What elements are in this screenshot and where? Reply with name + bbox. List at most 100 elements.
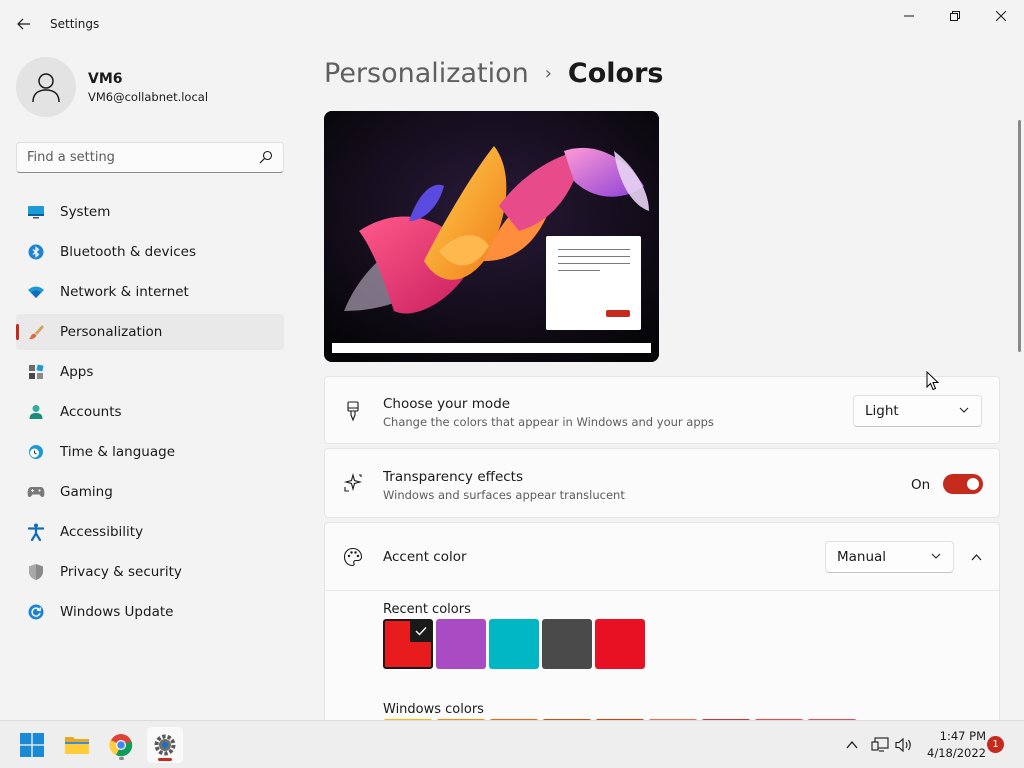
shield-icon	[26, 562, 46, 582]
avatar	[16, 57, 76, 117]
accessibility-icon	[26, 522, 46, 542]
page-title: Colors	[567, 58, 664, 89]
recent-colors-label: Recent colors	[383, 602, 471, 617]
taskbar: 1:47 PM 4/18/2022 1	[0, 720, 1024, 768]
person-icon	[32, 73, 60, 103]
start-button[interactable]	[14, 727, 50, 763]
sidebar-item-label: Personalization	[60, 324, 163, 340]
network-icon	[871, 737, 889, 752]
accent-value: Manual	[837, 549, 887, 565]
sidebar-item-network[interactable]: Network & internet	[16, 274, 284, 310]
transparency-title: Transparency effects	[383, 469, 523, 485]
sidebar-item-label: Network & internet	[60, 284, 189, 300]
restore-button[interactable]	[932, 0, 978, 32]
chevron-down-icon	[959, 407, 969, 413]
sidebar-item-system[interactable]: System	[16, 194, 284, 230]
sidebar-item-label: Bluetooth & devices	[60, 244, 197, 260]
sidebar-item-privacy[interactable]: Privacy & security	[16, 554, 284, 590]
sidebar-item-accounts[interactable]: Accounts	[16, 394, 284, 430]
sidebar-item-label: Gaming	[60, 484, 113, 500]
minimize-icon	[904, 15, 914, 17]
settings-icon	[154, 734, 176, 756]
clock-time: 1:47 PM	[939, 729, 986, 743]
mode-value: Light	[865, 403, 899, 419]
breadcrumb: Personalization › Colors	[324, 58, 663, 89]
sidebar-item-gaming[interactable]: Gaming	[16, 474, 284, 510]
clock-date: 4/18/2022	[927, 746, 986, 760]
transparency-description: Windows and surfaces appear translucent	[383, 488, 625, 502]
profile-email: VM6@collabnet.local	[88, 89, 209, 104]
person-icon	[26, 402, 46, 422]
color-swatch[interactable]	[383, 619, 433, 669]
sparkle-icon	[343, 473, 363, 493]
arrow-left-icon	[17, 18, 30, 30]
windows-start-icon	[20, 733, 44, 757]
running-indicator	[119, 757, 124, 760]
wifi-icon	[26, 282, 46, 302]
clock[interactable]: 1:47 PM 4/18/2022	[922, 728, 986, 762]
sidebar-item-windows-update[interactable]: Windows Update	[16, 594, 284, 630]
search-box[interactable]	[16, 142, 284, 173]
sidebar-item-time-language[interactable]: Time & language	[16, 434, 284, 470]
mode-card: Choose your mode Change the colors that …	[324, 376, 1000, 444]
sidebar-item-label: Time & language	[60, 444, 176, 460]
wallpaper-bloom-image	[324, 111, 659, 362]
profile-name: VM6	[88, 70, 123, 87]
color-swatch[interactable]	[436, 619, 486, 669]
close-button[interactable]	[978, 0, 1024, 32]
mode-dropdown[interactable]: Light	[853, 395, 982, 427]
brush-icon	[26, 322, 46, 342]
sidebar-item-label: Accessibility	[60, 524, 144, 540]
color-swatch[interactable]	[489, 619, 539, 669]
checkmark-icon	[410, 620, 432, 642]
settings-button[interactable]	[147, 727, 183, 763]
sidebar-item-apps[interactable]: Apps	[16, 354, 284, 390]
network-tray-button[interactable]	[870, 735, 890, 755]
windows-colors-label: Windows colors	[383, 702, 484, 717]
breadcrumb-parent[interactable]: Personalization	[324, 58, 529, 89]
sidebar-item-label: System	[60, 204, 111, 220]
palette-icon	[343, 547, 363, 567]
bluetooth-icon	[26, 242, 46, 262]
file-explorer-button[interactable]	[59, 727, 95, 763]
chevron-up-icon	[971, 553, 981, 560]
notification-badge[interactable]: 1	[987, 736, 1004, 753]
back-button[interactable]	[12, 12, 36, 36]
search-icon	[259, 150, 273, 164]
accent-title: Accent color	[383, 549, 467, 565]
chrome-button[interactable]	[103, 727, 139, 763]
chevron-down-icon	[931, 553, 941, 559]
transparency-state-label: On	[911, 477, 931, 493]
file-explorer-icon	[65, 737, 89, 754]
breadcrumb-separator: ›	[544, 63, 552, 84]
gamepad-icon	[26, 482, 46, 502]
show-hidden-icons-button[interactable]	[842, 735, 862, 755]
sidebar-item-accessibility[interactable]: Accessibility	[16, 514, 284, 550]
sidebar-item-personalization[interactable]: Personalization	[16, 314, 284, 350]
scrollbar[interactable]	[1018, 120, 1021, 352]
mode-description: Change the colors that appear in Windows…	[383, 415, 714, 429]
user-profile[interactable]: VM6 VM6@collabnet.local	[16, 57, 208, 117]
chevron-up-icon	[846, 741, 858, 749]
search-input[interactable]	[17, 150, 247, 165]
volume-tray-button[interactable]	[894, 735, 914, 755]
sidebar-item-label: Apps	[60, 364, 94, 380]
divider	[325, 590, 999, 591]
sidebar-item-bluetooth[interactable]: Bluetooth & devices	[16, 234, 284, 270]
sidebar-item-label: Windows Update	[60, 604, 174, 620]
active-indicator	[158, 758, 172, 761]
monitor-icon	[26, 202, 46, 222]
app-title: Settings	[50, 17, 100, 31]
apps-icon	[26, 362, 46, 382]
sidebar-item-label: Accounts	[60, 404, 122, 420]
transparency-toggle[interactable]	[943, 474, 983, 494]
accent-dropdown[interactable]: Manual	[825, 541, 954, 573]
clock-globe-icon	[26, 442, 46, 462]
collapse-accent-button[interactable]	[961, 542, 991, 572]
sidebar-nav: System Bluetooth & devices Network & int…	[16, 194, 284, 634]
close-icon	[996, 11, 1006, 21]
color-swatch[interactable]	[595, 619, 645, 669]
minimize-button[interactable]	[886, 0, 932, 32]
color-swatch[interactable]	[542, 619, 592, 669]
speaker-icon	[895, 737, 911, 753]
